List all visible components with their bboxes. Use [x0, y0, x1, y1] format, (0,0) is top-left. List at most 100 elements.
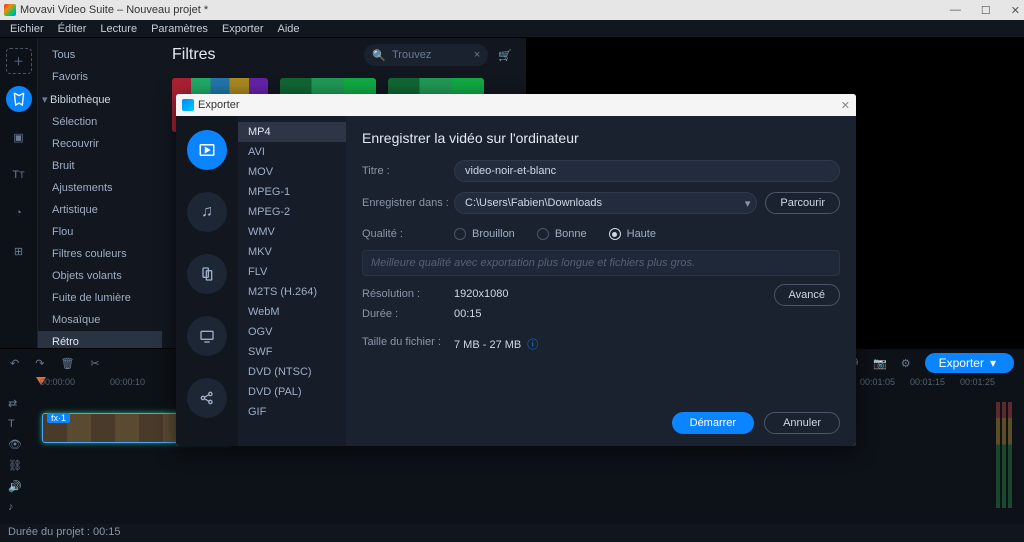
window-close-icon[interactable]: ✕: [1011, 4, 1020, 17]
export-button[interactable]: Exporter ▾: [925, 353, 1014, 373]
filters-tab-icon[interactable]: [6, 86, 32, 112]
cat-item-selected[interactable]: Rétro: [38, 331, 162, 348]
search-input[interactable]: 🔍 Trouvez ×: [364, 44, 488, 66]
export-type-rail: ♫: [176, 116, 238, 446]
menu-help[interactable]: Aide: [278, 23, 300, 35]
ruler-tick: 00:01:25: [960, 377, 995, 387]
cat-item[interactable]: Fuite de lumière: [38, 287, 162, 309]
clear-search-icon[interactable]: ×: [474, 49, 480, 61]
audio-track-icon[interactable]: 🔊: [8, 480, 36, 493]
format-item[interactable]: DVD (NTSC): [238, 362, 346, 382]
cat-item[interactable]: Sélection: [38, 111, 162, 133]
resolution-value: 1920x1080: [454, 288, 508, 300]
cancel-button[interactable]: Annuler: [764, 412, 840, 434]
format-item[interactable]: WebM: [238, 302, 346, 322]
add-media-icon[interactable]: ＋: [6, 48, 32, 74]
cut-icon[interactable]: ✂: [90, 357, 99, 370]
cat-item[interactable]: Bruit: [38, 155, 162, 177]
menu-edit[interactable]: Éditer: [58, 23, 87, 35]
menu-export[interactable]: Exporter: [222, 23, 264, 35]
format-item[interactable]: MKV: [238, 242, 346, 262]
text-track-icon[interactable]: T: [8, 418, 36, 430]
more-tab-icon[interactable]: ⊞: [6, 238, 32, 264]
menu-file[interactable]: Eichier: [10, 23, 44, 35]
titre-label: Titre :: [362, 165, 454, 177]
delete-icon[interactable]: 🗑: [60, 357, 74, 370]
fx-badge: fx·1: [47, 413, 70, 423]
window-minimize-icon[interactable]: —: [950, 4, 961, 17]
cat-item[interactable]: Filtres couleurs: [38, 243, 162, 265]
format-item[interactable]: GIF: [238, 402, 346, 422]
export-audio-icon[interactable]: ♫: [187, 192, 227, 232]
radio-label: Brouillon: [472, 228, 515, 240]
cat-item[interactable]: Recouvrir: [38, 133, 162, 155]
cat-item-library[interactable]: ▾Bibliothèque: [38, 88, 162, 111]
video-track-icon[interactable]: 👁: [8, 438, 36, 451]
format-item[interactable]: MPEG-2: [238, 202, 346, 222]
window-titlebar: Movavi Video Suite – Nouveau projet * — …: [0, 0, 1024, 20]
cat-item[interactable]: Flou: [38, 221, 162, 243]
quality-haute[interactable]: Haute: [609, 228, 656, 240]
format-item[interactable]: MPEG-1: [238, 182, 346, 202]
cat-item[interactable]: Mosaïque: [38, 309, 162, 331]
advanced-button[interactable]: Avancé: [774, 284, 841, 306]
format-item[interactable]: AVI: [238, 142, 346, 162]
cat-label: Bibliothèque: [50, 94, 111, 106]
quality-bonne[interactable]: Bonne: [537, 228, 587, 240]
export-label: Exporter: [939, 356, 984, 370]
format-item[interactable]: OGV: [238, 322, 346, 342]
export-share-icon[interactable]: [187, 378, 227, 418]
format-item[interactable]: MOV: [238, 162, 346, 182]
export-video-icon[interactable]: [187, 130, 227, 170]
cart-icon[interactable]: 🛒: [498, 49, 512, 62]
format-item[interactable]: DVD (PAL): [238, 382, 346, 402]
filter-category-list: Tous Favoris ▾Bibliothèque Sélection Rec…: [38, 38, 162, 348]
dialog-close-icon[interactable]: ✕: [841, 99, 850, 112]
cat-item[interactable]: Favoris: [38, 66, 162, 88]
audio-level-meter: [996, 402, 1020, 508]
undo-icon[interactable]: ↶: [10, 357, 19, 370]
radio-label: Bonne: [555, 228, 587, 240]
format-item[interactable]: MP4: [238, 122, 346, 142]
window-title: Movavi Video Suite – Nouveau projet *: [20, 4, 208, 16]
ruler-tick: 00:00:10: [110, 377, 145, 387]
quality-brouillon[interactable]: Brouillon: [454, 228, 515, 240]
duration-value: 00:15: [454, 308, 482, 320]
snapshot-icon[interactable]: 📷: [873, 357, 887, 370]
cat-item[interactable]: Objets volants: [38, 265, 162, 287]
format-item[interactable]: WMV: [238, 222, 346, 242]
app-logo-icon: [4, 4, 16, 16]
info-icon[interactable]: ⓘ: [527, 339, 538, 351]
format-item[interactable]: FLV: [238, 262, 346, 282]
titles-tab-icon[interactable]: TT: [6, 162, 32, 188]
stickers-tab-icon[interactable]: ◔: [6, 200, 32, 226]
track-settings-icon[interactable]: ⇄: [8, 397, 36, 410]
export-device-icon[interactable]: [187, 254, 227, 294]
cat-item[interactable]: Artistique: [38, 199, 162, 221]
status-bar: Durée du projet : 00:15: [0, 524, 1024, 542]
settings-icon[interactable]: ⚙: [901, 357, 911, 370]
cat-item[interactable]: Ajustements: [38, 177, 162, 199]
cat-item[interactable]: Tous: [38, 44, 162, 66]
format-item[interactable]: SWF: [238, 342, 346, 362]
dialog-body: ♫ MP4 AVI MOV MPEG-1 MPEG-2 WMV MKV FLV …: [176, 116, 856, 446]
link-track-icon[interactable]: ⛓: [8, 459, 36, 472]
chevron-down-icon[interactable]: ▾: [745, 197, 751, 210]
radio-icon: [609, 228, 621, 240]
start-label: Démarrer: [690, 417, 736, 429]
export-form: Enregistrer la vidéo sur l'ordinateur Ti…: [346, 116, 856, 446]
music-track-icon[interactable]: ♪: [8, 501, 36, 513]
start-button[interactable]: Démarrer: [672, 412, 754, 434]
redo-icon[interactable]: ↷: [35, 357, 44, 370]
transitions-tab-icon[interactable]: ▣: [6, 124, 32, 150]
menu-playback[interactable]: Lecture: [100, 23, 137, 35]
window-maximize-icon[interactable]: ☐: [981, 4, 991, 17]
filesize-value: 7 MB - 27 MBⓘ: [454, 336, 538, 352]
titre-input[interactable]: video-noir-et-blanc: [454, 160, 840, 182]
ruler-tick: 00:01:15: [910, 377, 945, 387]
export-tv-icon[interactable]: [187, 316, 227, 356]
browse-button[interactable]: Parcourir: [765, 192, 840, 214]
menu-settings[interactable]: Paramètres: [151, 23, 208, 35]
format-item[interactable]: M2TS (H.264): [238, 282, 346, 302]
path-input[interactable]: C:\Users\Fabien\Downloads ▾: [454, 192, 757, 214]
